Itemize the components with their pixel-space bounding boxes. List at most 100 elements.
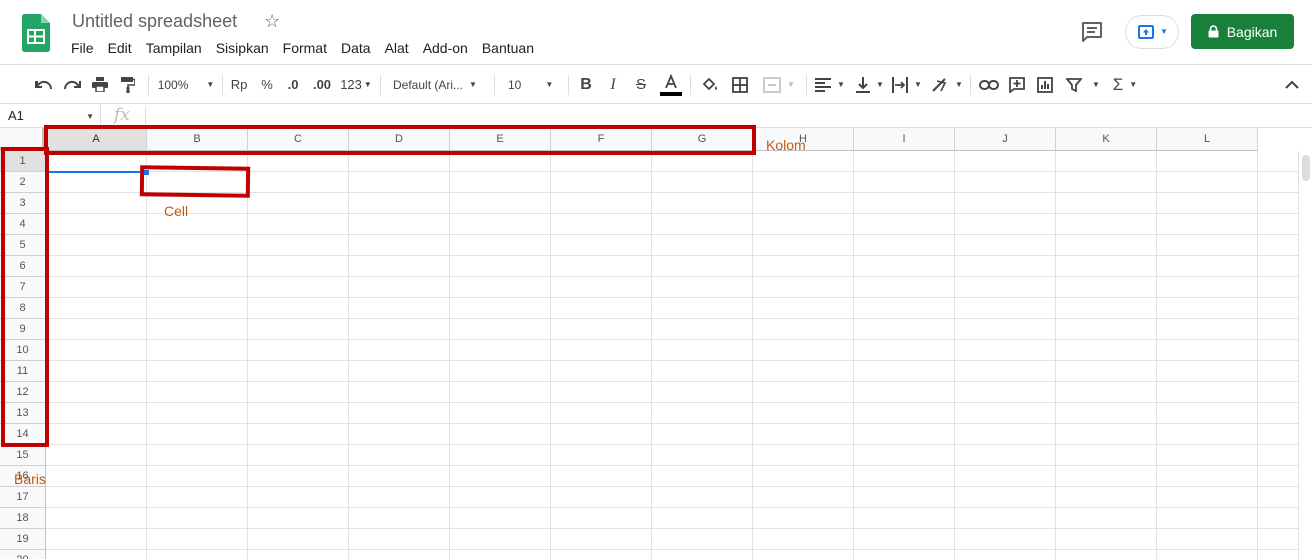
- redo-icon: [63, 80, 81, 89]
- redo-button[interactable]: [60, 65, 84, 104]
- align-dropdown-icon: ▼: [837, 80, 845, 89]
- print-button[interactable]: [88, 65, 112, 104]
- insert-chart-button[interactable]: [1033, 65, 1057, 104]
- toolbar-separator: [222, 75, 223, 95]
- font-select[interactable]: Default (Ari... ▼: [393, 65, 487, 104]
- wrap-dropdown-icon: ▼: [914, 80, 922, 89]
- insert-link-button[interactable]: [977, 65, 1001, 104]
- cell-annotation-box: [139, 165, 251, 198]
- column-header-i[interactable]: I: [854, 128, 955, 151]
- toolbar-separator: [380, 75, 381, 95]
- row-gridline: [46, 444, 1298, 445]
- paint-format-button[interactable]: [116, 65, 140, 104]
- row-gridline: [46, 423, 1298, 424]
- share-button[interactable]: Bagikan: [1191, 14, 1294, 49]
- menu-file[interactable]: File: [71, 40, 94, 56]
- undo-icon: [35, 80, 53, 89]
- menu-help[interactable]: Bantuan: [482, 40, 534, 56]
- column-header-j[interactable]: J: [955, 128, 1056, 151]
- menu-format[interactable]: Format: [283, 40, 327, 56]
- menu-edit[interactable]: Edit: [108, 40, 132, 56]
- row-header-19[interactable]: 19: [0, 529, 46, 550]
- sheets-logo-icon[interactable]: [22, 14, 50, 52]
- menubar: File Edit Tampilan Sisipkan Format Data …: [71, 40, 548, 56]
- more-formats-button[interactable]: 123 ▼: [340, 65, 372, 104]
- row-gridline: [46, 381, 1298, 382]
- row-gridline: [46, 360, 1298, 361]
- row-header-18[interactable]: 18: [0, 508, 46, 529]
- text-wrapping-button[interactable]: ▼: [890, 65, 924, 104]
- menu-insert[interactable]: Sisipkan: [216, 40, 269, 56]
- text-color-button[interactable]: [659, 65, 683, 104]
- text-wrap-icon: [892, 76, 909, 93]
- star-icon[interactable]: ☆: [264, 11, 280, 32]
- horizontal-align-button[interactable]: ▼: [813, 65, 847, 104]
- insert-comment-button[interactable]: [1005, 65, 1029, 104]
- strikethrough-icon[interactable]: S: [631, 65, 651, 104]
- decrease-decimal-button[interactable]: .0: [283, 65, 303, 104]
- menu-tools[interactable]: Alat: [385, 40, 409, 56]
- undo-button[interactable]: [32, 65, 56, 104]
- row-gridline: [46, 507, 1298, 508]
- collapse-toolbar-button[interactable]: [1280, 65, 1304, 104]
- font-dropdown-icon: ▼: [469, 80, 477, 89]
- text-rotation-icon: [932, 77, 947, 92]
- scrollbar-thumb[interactable]: [1302, 155, 1310, 181]
- vertical-align-dropdown-icon: ▼: [876, 80, 884, 89]
- present-dropdown-icon: ▼: [1160, 27, 1168, 36]
- link-icon: [979, 79, 999, 90]
- toolbar: 100% ▼ Rp % .0 .00 123 ▼ Default (Ari... ▼ …: [0, 64, 1312, 104]
- column-header-l[interactable]: L: [1157, 128, 1258, 151]
- merge-cells-icon: [763, 76, 781, 93]
- comment-icon[interactable]: [1080, 20, 1104, 44]
- chart-icon: [1037, 76, 1053, 93]
- vertical-align-icon: [856, 76, 871, 93]
- fill-color-button[interactable]: [699, 65, 721, 104]
- zoom-value: 100%: [157, 77, 189, 92]
- menu-data[interactable]: Data: [341, 40, 371, 56]
- header: Untitled spreadsheet ☆ File Edit Tampila…: [0, 0, 1312, 64]
- name-box[interactable]: A1 ▼: [0, 104, 101, 127]
- currency-format-button[interactable]: Rp: [228, 65, 250, 104]
- font-size-select[interactable]: 10 ▼: [508, 65, 562, 104]
- formula-input[interactable]: [150, 104, 1300, 127]
- rotation-dropdown-icon: ▼: [955, 80, 963, 89]
- row-header-20[interactable]: 20: [0, 550, 46, 559]
- filter-button[interactable]: ▼: [1062, 65, 1104, 104]
- row-header-17[interactable]: 17: [0, 487, 46, 508]
- increase-decimal-button[interactable]: .00: [309, 65, 335, 104]
- text-rotation-button[interactable]: ▼: [930, 65, 964, 104]
- row-header-15[interactable]: 15: [0, 445, 46, 466]
- italic-icon[interactable]: I: [603, 65, 623, 104]
- borders-button[interactable]: [729, 65, 751, 104]
- row-gridline: [46, 276, 1298, 277]
- row-gridline: [46, 234, 1298, 235]
- name-box-value: A1: [8, 108, 24, 123]
- functions-button[interactable]: Σ ▼: [1108, 65, 1142, 104]
- present-icon: [1138, 25, 1154, 39]
- zoom-select[interactable]: 100% ▼: [156, 65, 216, 104]
- toolbar-separator: [568, 75, 569, 95]
- row-gridline: [46, 528, 1298, 529]
- lock-icon: [1208, 25, 1219, 38]
- merge-cells-button[interactable]: ▼: [758, 65, 800, 104]
- vertical-align-button[interactable]: ▼: [853, 65, 887, 104]
- borders-icon: [732, 76, 748, 93]
- toolbar-separator: [970, 75, 971, 95]
- spreadsheet-app: Untitled spreadsheet ☆ File Edit Tampila…: [0, 0, 1312, 559]
- menu-addons[interactable]: Add-on: [423, 40, 468, 56]
- vertical-scrollbar[interactable]: [1298, 151, 1312, 559]
- font-size-value: 10: [508, 77, 522, 92]
- name-box-dropdown-icon: ▼: [86, 112, 94, 121]
- menu-view[interactable]: Tampilan: [146, 40, 202, 56]
- bold-icon[interactable]: B: [576, 65, 596, 104]
- document-title[interactable]: Untitled spreadsheet: [72, 11, 237, 32]
- filter-icon: [1066, 77, 1083, 92]
- merge-dropdown-icon: ▼: [787, 80, 795, 89]
- fx-icon: fx: [114, 105, 130, 125]
- column-annotation-label: Kolom: [766, 137, 806, 153]
- row-gridline: [46, 402, 1298, 403]
- column-header-k[interactable]: K: [1056, 128, 1157, 151]
- percent-format-button[interactable]: %: [256, 65, 278, 104]
- present-button[interactable]: ▼: [1125, 15, 1179, 49]
